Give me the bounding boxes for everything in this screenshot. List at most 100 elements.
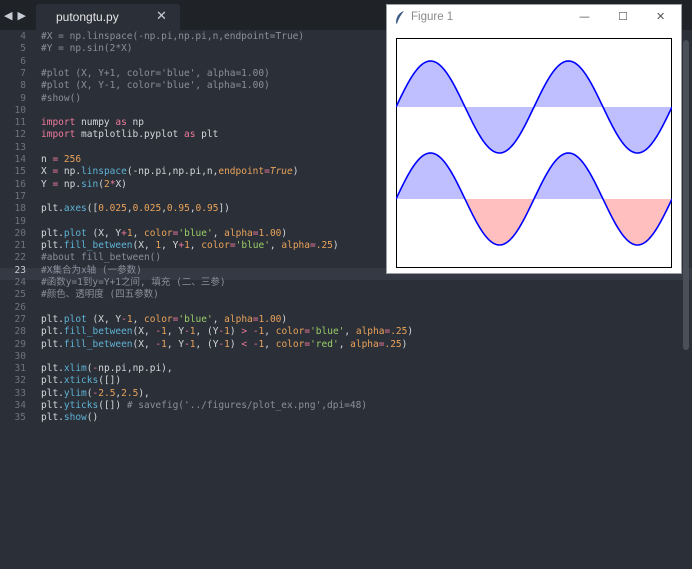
code-token: #颜色、透明度 (四五参数): [41, 289, 159, 301]
code-token: alpha: [224, 313, 253, 325]
minimize-icon[interactable]: —: [579, 10, 590, 23]
code-token: endpoint: [218, 166, 265, 178]
feather-icon: [396, 11, 404, 24]
code-token: xlim: [63, 363, 87, 375]
code-token: #函数y=1到y=Y+1之间, 填充 (二、三参): [41, 277, 226, 288]
code-token: plt.: [41, 400, 64, 411]
tab-title: putongtu.py: [56, 10, 119, 24]
code-token: 'blue': [310, 326, 345, 338]
line-number-gutter: 4 5 6 7 8 9 10 11 12 13 14 15 16 17 18 19 20 21 22 23 24 25 26…: [0, 31, 34, 569]
code-token: , Y: [166, 326, 185, 338]
code-token: show: [63, 412, 87, 424]
code-token: ): [229, 338, 242, 350]
code-token: axes: [63, 203, 87, 215]
code-token: alpha: [281, 240, 310, 252]
code-token: np.: [58, 166, 82, 178]
code-token: np.: [58, 178, 82, 190]
code-token: fill_between: [63, 338, 133, 350]
code-token: True: [269, 166, 293, 178]
code-token: alpha: [224, 227, 253, 239]
line-number: 29: [14, 338, 26, 350]
code-line: #X集合为x轴 (一参数): [41, 265, 142, 277]
nav-back-icon[interactable]: ◀: [4, 9, 12, 22]
line-number: 9: [20, 92, 26, 104]
maximize-icon[interactable]: ☐: [618, 10, 628, 23]
code-line: #X = np.linspace(-np.pi,np.pi,n,endpoint…: [41, 31, 304, 43]
line-number: 22: [14, 252, 26, 264]
code-token: ),: [138, 387, 150, 399]
code-token: ,: [264, 338, 276, 350]
figure-title: Figure 1: [411, 11, 454, 23]
code-token: ): [332, 240, 339, 252]
line-number: 31: [14, 363, 26, 375]
code-line: import matplotlib.pyplot as plt: [41, 129, 218, 141]
code-line: Y = np.sin(2*X): [41, 179, 127, 191]
code-token: .25: [315, 240, 333, 252]
code-token: fill_between: [63, 240, 133, 252]
line-number: 6: [20, 55, 26, 67]
line-number: 5: [20, 43, 26, 55]
code-token: ,: [338, 338, 351, 350]
code-token: 2.5: [121, 387, 139, 399]
line-number: 17: [14, 190, 26, 202]
code-line: plt.fill_between(X, -1, Y-1, (Y-1) > -1,…: [41, 326, 413, 338]
figure-window[interactable]: Figure 1 — ☐ ✕: [386, 4, 682, 274]
close-icon[interactable]: ✕: [656, 10, 665, 23]
code-line: #show(): [41, 93, 81, 105]
code-token: plt.: [41, 313, 64, 325]
code-token: ,: [269, 240, 282, 252]
code-token: ,: [212, 227, 225, 239]
code-line: #plot (X, Y+1, color='blue', alpha=1.00): [41, 68, 270, 80]
code-token: #Y = np.sin(2*X): [41, 43, 133, 55]
code-line: #颜色、透明度 (四五参数): [41, 289, 159, 301]
code-token: 'red': [310, 338, 339, 350]
code-token: (X,: [132, 240, 156, 252]
line-number: 19: [14, 215, 26, 227]
code-token: plot: [63, 313, 87, 325]
tab-close-icon[interactable]: ✕: [156, 9, 167, 24]
code-token: ,: [132, 227, 145, 239]
code-token: 0.95: [166, 203, 190, 215]
code-line: X = np.linspace(-np.pi,np.pi,n,endpoint=…: [41, 166, 298, 178]
code-token: Y: [41, 178, 53, 190]
code-token: plt.: [41, 203, 64, 215]
code-token: ,: [344, 326, 356, 338]
line-number: 18: [14, 203, 26, 215]
code-token: ): [281, 227, 288, 239]
line-number: 20: [14, 227, 26, 239]
code-token: plt.: [41, 338, 64, 350]
code-token: , (Y: [195, 326, 219, 338]
code-line: plt.ylim(-2.5,2.5),: [41, 388, 150, 400]
line-number: 34: [14, 400, 26, 411]
code-token: np.pi,np.pi),: [98, 363, 173, 375]
line-number: 26: [14, 301, 26, 313]
nav-forward-icon[interactable]: ▶: [17, 9, 25, 22]
code-token: (-np.pi,np.pi,n,: [126, 166, 219, 178]
code-line: #函数y=1到y=Y+1之间, 填充 (二、三参): [41, 277, 226, 289]
code-line: plt.fill_between(X, -1, Y-1, (Y-1) < -1,…: [41, 339, 407, 351]
code-token: (X, Y: [86, 227, 122, 239]
code-token: yticks: [63, 400, 99, 411]
figure-titlebar[interactable]: Figure 1 — ☐ ✕: [387, 5, 681, 31]
code-token: plt.: [41, 326, 64, 338]
code-line: #plot (X, Y-1, color='blue', alpha=1.00): [41, 80, 270, 92]
code-token: ([]): [98, 400, 127, 411]
line-number: 12: [14, 129, 26, 141]
code-token: #about fill_between(): [41, 252, 162, 264]
code-token: #show(): [41, 92, 82, 104]
code-token: X: [41, 166, 53, 178]
code-token: ([]): [98, 375, 122, 387]
line-number: 16: [14, 178, 26, 190]
code-token: color: [275, 338, 305, 350]
code-token: 2.5: [98, 387, 116, 399]
tab-navigation: ◀ ▶: [4, 7, 34, 23]
tab-putongtu[interactable]: putongtu.py ✕: [36, 4, 180, 30]
code-token: plt.: [41, 387, 64, 399]
code-token: plt.: [41, 375, 64, 387]
vertical-scrollbar[interactable]: [683, 40, 689, 350]
code-token: 'blue': [235, 240, 270, 252]
code-token: ,: [264, 326, 276, 338]
code-token: as: [115, 117, 127, 129]
code-token: import: [41, 117, 76, 129]
code-token: , Y: [161, 240, 179, 252]
